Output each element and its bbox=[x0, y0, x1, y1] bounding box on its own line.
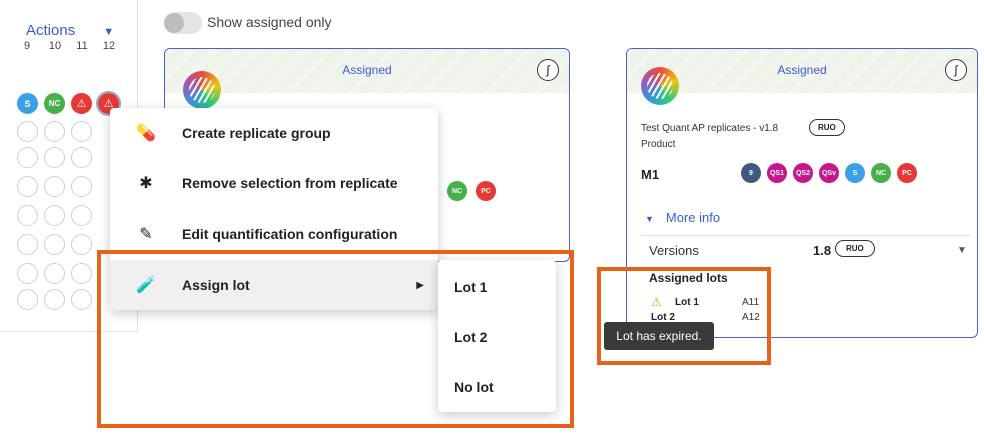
card-status-title: Assigned bbox=[342, 63, 392, 77]
column-header-11: 11 bbox=[76, 40, 88, 52]
versions-label: Versions bbox=[649, 243, 699, 258]
caret-down-icon[interactable]: ▼ bbox=[957, 245, 967, 256]
chip-label: QS1 bbox=[769, 169, 784, 177]
chip-qs2: QS2 bbox=[793, 163, 813, 183]
well-warning[interactable]: ⚠ bbox=[71, 93, 92, 114]
product-name: Test Quant AP replicates - v1.8 bbox=[641, 123, 779, 134]
link-icon[interactable]: ∫ bbox=[945, 59, 967, 81]
chip-label: PC bbox=[902, 169, 912, 177]
well-empty[interactable] bbox=[44, 263, 65, 284]
well-empty[interactable] bbox=[71, 176, 92, 197]
column-header-10: 10 bbox=[48, 40, 62, 52]
well-empty[interactable] bbox=[17, 263, 38, 284]
chip-label: NC bbox=[451, 187, 463, 195]
chip-qsv: QSv bbox=[819, 163, 839, 183]
column-header-12: 12 bbox=[102, 40, 116, 52]
chip-label: 9 bbox=[749, 169, 753, 177]
caret-down-icon: ▼ bbox=[103, 26, 115, 38]
versions-value: 1.8 bbox=[813, 243, 832, 258]
well-s[interactable]: S bbox=[17, 93, 38, 114]
warning-icon: ⚠ bbox=[76, 98, 87, 110]
well-empty[interactable] bbox=[17, 147, 38, 168]
product-logo-icon bbox=[641, 67, 679, 105]
ruo-badge: RUO bbox=[835, 240, 875, 257]
well-empty[interactable] bbox=[17, 289, 38, 310]
menu-item-label: Remove selection from replicate bbox=[182, 175, 398, 191]
actions-label: Actions bbox=[26, 22, 76, 39]
ruo-badge: RUO bbox=[809, 119, 845, 136]
well-empty[interactable] bbox=[71, 289, 92, 310]
well-empty[interactable] bbox=[44, 205, 65, 226]
product-logo-icon bbox=[183, 71, 221, 109]
chip-label: NC bbox=[875, 169, 887, 177]
chip-nc: NC bbox=[871, 163, 891, 183]
link-icon[interactable]: ∫ bbox=[537, 59, 559, 81]
more-info-label: More info bbox=[665, 210, 721, 225]
more-info-toggle[interactable]: ▼ More info bbox=[645, 210, 720, 225]
well-empty[interactable] bbox=[44, 289, 65, 310]
chip-label: QS2 bbox=[795, 169, 810, 177]
card-status-title: Assigned bbox=[777, 63, 827, 77]
triangle-down-icon: ▼ bbox=[645, 214, 654, 224]
well-empty[interactable] bbox=[71, 263, 92, 284]
menu-item-remove-from-replicate[interactable]: ✱ Remove selection from replicate bbox=[110, 158, 438, 208]
chip-label: QSv bbox=[821, 169, 836, 177]
column-header-9: 9 bbox=[23, 40, 31, 52]
method-name: M1 bbox=[641, 167, 660, 182]
well-empty[interactable] bbox=[71, 205, 92, 226]
virus-icon: ✱ bbox=[139, 175, 153, 192]
pill-icon: 💊 bbox=[136, 125, 156, 142]
well-empty[interactable] bbox=[44, 176, 65, 197]
well-nc[interactable]: NC bbox=[44, 93, 65, 114]
chip-qs1: QS1 bbox=[767, 163, 787, 183]
well-empty[interactable] bbox=[17, 176, 38, 197]
menu-item-create-replicate-group[interactable]: 💊 Create replicate group bbox=[110, 108, 438, 158]
nc-chip: NC bbox=[447, 181, 467, 201]
well-empty[interactable] bbox=[71, 234, 92, 255]
toggle-label: Show assigned only bbox=[207, 14, 332, 30]
show-assigned-toggle[interactable] bbox=[164, 12, 202, 34]
actions-dropdown[interactable]: Actions ▼ bbox=[26, 22, 114, 39]
well-empty[interactable] bbox=[71, 147, 92, 168]
well-empty[interactable] bbox=[71, 121, 92, 142]
well-empty[interactable] bbox=[44, 121, 65, 142]
chip-label: S bbox=[852, 169, 858, 177]
highlight-box-menu bbox=[97, 250, 574, 428]
well-empty[interactable] bbox=[44, 234, 65, 255]
chip-pc: PC bbox=[897, 163, 917, 183]
well-label: NC bbox=[48, 99, 61, 108]
well-empty[interactable] bbox=[17, 121, 38, 142]
well-empty[interactable] bbox=[17, 234, 38, 255]
highlight-box-lots bbox=[597, 267, 771, 365]
product-label: Product bbox=[641, 139, 676, 150]
menu-item-label: Create replicate group bbox=[182, 125, 331, 141]
pencil-icon: ✎ bbox=[139, 226, 153, 243]
chip-9: 9 bbox=[741, 163, 761, 183]
divider bbox=[641, 235, 971, 236]
pc-chip: PC bbox=[476, 181, 496, 201]
well-empty[interactable] bbox=[17, 205, 38, 226]
toggle-knob bbox=[164, 13, 184, 33]
chip-s: S bbox=[845, 163, 865, 183]
well-label: S bbox=[24, 98, 31, 109]
chip-label: PC bbox=[481, 187, 491, 195]
menu-item-label: Edit quantification configuration bbox=[182, 226, 398, 242]
well-empty[interactable] bbox=[44, 147, 65, 168]
